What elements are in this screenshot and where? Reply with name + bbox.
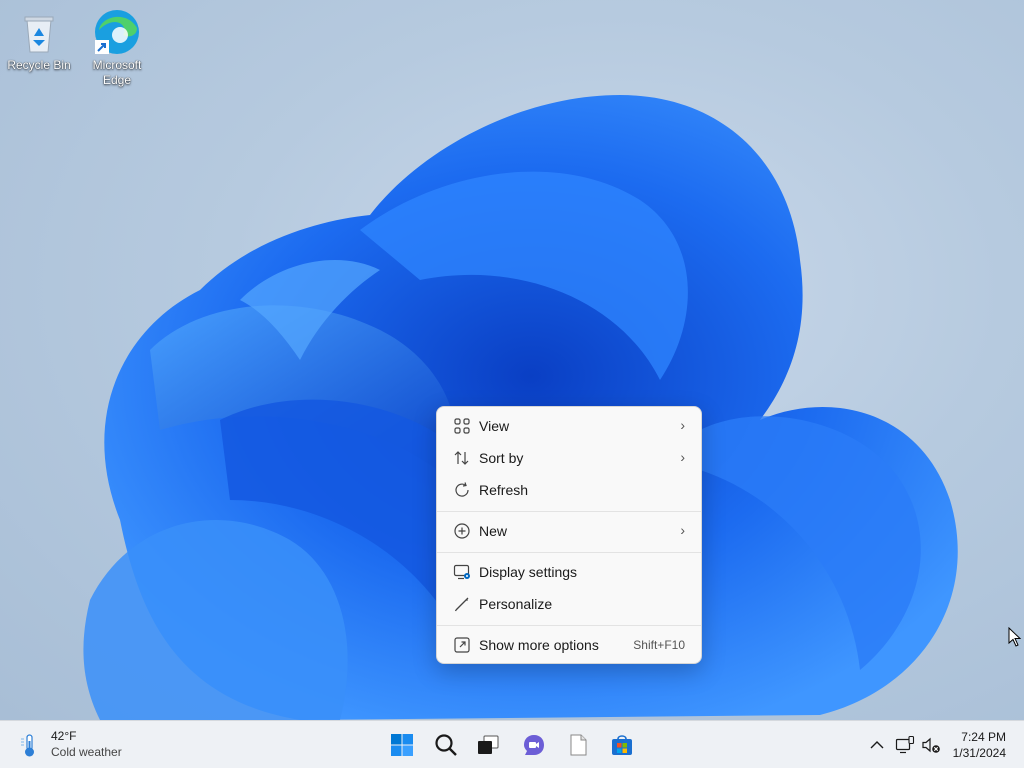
notepad-button[interactable] [562,729,594,761]
start-icon [391,734,413,756]
chevron-up-icon [870,741,884,749]
start-button[interactable] [386,729,418,761]
menu-separator [437,625,701,626]
clock-time: 7:24 PM [961,730,1006,744]
menu-item-new[interactable]: New › [441,516,697,546]
weather-temperature: 42°F [51,729,77,743]
menu-item-label: Show more options [479,637,599,653]
notepad-icon [570,734,587,756]
menu-item-label: New [479,523,508,539]
desktop-icon-label: Recycle Bin [7,58,71,72]
menu-item-accelerator: Shift+F10 [633,638,685,652]
desktop-icon-label: Microsoft Edge [92,58,142,87]
volume-button[interactable] [920,733,942,757]
thermometer-icon [21,734,34,757]
menu-item-label: Display settings [479,564,578,580]
search-button[interactable] [430,729,462,761]
menu-item-label: View [479,418,510,434]
menu-item-show-more-options[interactable]: Show more options Shift+F10 [441,630,697,660]
menu-separator [437,511,701,512]
search-icon [435,734,457,756]
store-button[interactable] [606,729,638,761]
clock-date: 1/31/2024 [952,746,1006,760]
pen-icon [454,597,469,612]
display-settings-icon [453,564,470,580]
recycle-bin-icon [15,8,63,56]
view-grid-icon [454,418,470,434]
desktop-icon-recycle-bin[interactable]: Recycle Bin [2,8,76,73]
menu-separator [437,552,701,553]
desktop-icon-microsoft-edge[interactable]: Microsoft Edge [80,8,154,88]
task-view-icon [478,735,499,754]
show-hidden-icons-button[interactable] [866,733,888,757]
menu-item-personalize[interactable]: Personalize [441,589,697,619]
sort-icon [454,451,469,465]
menu-item-label: Sort by [479,450,524,466]
task-view-button[interactable] [472,729,504,761]
menu-item-display-settings[interactable]: Display settings [441,557,697,587]
desktop-context-menu: View › Sort by › Refresh New › Display s… [436,406,702,664]
volume-muted-icon [922,737,940,753]
teams-chat-icon [524,735,544,755]
network-button[interactable] [894,733,916,757]
chevron-right-icon: › [680,522,685,538]
menu-item-refresh[interactable]: Refresh [441,475,697,505]
network-icon [895,735,915,754]
menu-item-sort-by[interactable]: Sort by › [441,443,697,473]
menu-item-view[interactable]: View › [441,411,697,441]
new-plus-icon [454,523,470,539]
teams-chat-button[interactable] [518,729,550,761]
edge-icon [93,8,141,56]
refresh-icon [455,482,469,497]
menu-item-label: Refresh [479,482,529,498]
taskbar: 42°F Cold weather 7:24 PM 1/31/2024 [0,720,1024,768]
mouse-cursor-icon [1008,627,1022,647]
show-more-icon [454,637,470,653]
clock[interactable]: 7:24 PM 1/31/2024 [953,729,1006,761]
chevron-right-icon: › [680,449,685,465]
store-icon [612,735,632,755]
weather-description: Cold weather [51,745,122,759]
menu-item-label: Personalize [479,596,553,612]
chevron-right-icon: › [680,417,685,433]
